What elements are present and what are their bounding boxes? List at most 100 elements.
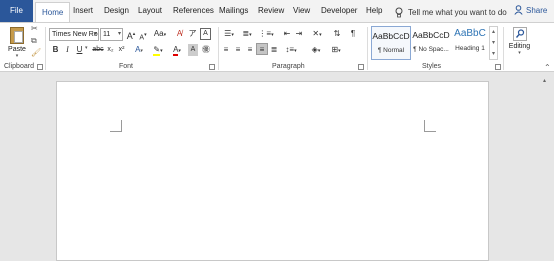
highlight-icon[interactable]: ✎▾ <box>150 44 166 56</box>
change-case-glyph: Aa <box>153 29 164 38</box>
phonetic-guide-icon[interactable]: ア <box>187 28 198 40</box>
crop-mark-top-right <box>424 120 436 132</box>
style-heading-1[interactable]: AaBbC Heading 1 <box>450 26 490 60</box>
chevron-up-icon[interactable]: ▴ <box>490 27 497 38</box>
align-right-icon[interactable]: ≡ <box>245 44 255 56</box>
lightbulb-icon <box>395 7 403 17</box>
text-effects-icon[interactable]: A▾ <box>132 44 146 56</box>
tab-view[interactable]: View <box>293 0 310 22</box>
numbering-icon[interactable]: ≣▾ <box>240 28 254 40</box>
group-separator <box>367 27 368 70</box>
person-icon <box>514 5 523 15</box>
paste-button[interactable]: Paste ▾ <box>7 26 27 62</box>
font-launcher-icon[interactable] <box>209 64 215 70</box>
copy-icon[interactable]: ⧉ <box>31 36 37 46</box>
style-sample: AaBbCcD <box>412 30 450 40</box>
shrink-font-button[interactable]: A▾ <box>138 29 148 41</box>
tab-insert[interactable]: Insert <box>73 0 93 22</box>
clipboard-launcher-icon[interactable] <box>37 64 43 70</box>
multilevel-list-icon[interactable]: ⋮≡▾ <box>258 28 274 40</box>
search-icon <box>512 27 527 41</box>
font-group-label: Font <box>119 63 134 70</box>
asian-layout-icon[interactable]: ✕▾ <box>310 28 324 40</box>
vertical-scrollbar[interactable]: ▴ <box>540 73 554 254</box>
format-painter-icon[interactable]: 🖌 <box>31 48 41 57</box>
subscript-button[interactable]: x₂ <box>106 44 115 56</box>
superscript-button[interactable]: x² <box>117 44 126 56</box>
align-center-icon[interactable]: ≡ <box>233 44 243 56</box>
style-no-spacing[interactable]: AaBbCcD ¶ No Spac... <box>411 26 451 60</box>
editing-label: Editing <box>508 43 531 50</box>
tab-home[interactable]: Home <box>35 2 71 23</box>
crop-mark-top-left <box>110 120 122 132</box>
chevron-down-icon: ▾ <box>518 50 521 56</box>
change-case-button[interactable]: Aa▾ <box>152 28 168 40</box>
document-page[interactable] <box>56 81 489 261</box>
tell-me-text: Tell me what you want to do <box>408 7 507 17</box>
line-spacing-icon[interactable]: ↕≡▾ <box>283 44 299 56</box>
justify-icon[interactable]: ≡ <box>256 43 268 55</box>
ribbon-home: Paste ▾ ✂ ⧉ 🖌 Clipboard Times New Ro ▾ 1… <box>0 22 554 72</box>
bold-button[interactable]: B <box>51 44 60 56</box>
more-icon[interactable]: ▾ <box>490 49 497 60</box>
enclose-characters-icon[interactable]: ㊝ <box>201 44 211 56</box>
paragraph-group-label: Paragraph <box>272 63 305 70</box>
group-separator <box>45 27 46 70</box>
font-family-value: Times New Ro <box>52 31 98 38</box>
tab-help[interactable]: Help <box>366 0 382 22</box>
chevron-down-icon: ▾ <box>117 31 121 37</box>
tab-developer[interactable]: Developer <box>321 0 357 22</box>
character-shading-icon[interactable]: A <box>188 44 198 56</box>
ribbon-tab-bar: File Home Insert Design Layout Reference… <box>0 0 554 23</box>
style-name: ¶ No Spac... <box>413 46 449 53</box>
chevron-down-icon[interactable]: ▾ <box>490 38 497 49</box>
styles-gallery-scroll[interactable]: ▴ ▾ ▾ <box>489 26 498 60</box>
style-sample: AaBbC <box>454 28 486 39</box>
font-color-icon[interactable]: A▾ <box>170 44 184 56</box>
character-border-icon[interactable]: A <box>200 28 211 40</box>
tab-file[interactable]: File <box>0 0 33 22</box>
tab-layout[interactable]: Layout <box>138 0 162 22</box>
paste-label: Paste <box>8 46 26 53</box>
style-name: ¶ Normal <box>377 47 405 54</box>
font-family-select[interactable]: Times New Ro ▾ <box>49 28 99 41</box>
editing-button[interactable]: Editing ▾ <box>507 26 532 64</box>
share-button[interactable]: Share <box>514 5 547 15</box>
cut-icon[interactable]: ✂ <box>31 24 38 33</box>
decrease-indent-icon[interactable]: ⇤ <box>282 28 292 40</box>
chevron-down-icon: ▾ <box>93 31 97 37</box>
strikethrough-button[interactable]: abc <box>91 44 105 56</box>
italic-button[interactable]: I <box>63 44 72 56</box>
collapse-ribbon-icon[interactable]: ⌃ <box>544 63 551 72</box>
tab-references[interactable]: References <box>173 0 214 22</box>
sort-icon[interactable]: ⇅ <box>332 28 342 40</box>
clipboard-group-label: Clipboard <box>4 63 34 70</box>
font-size-value: 11 <box>103 31 111 38</box>
tab-review[interactable]: Review <box>258 0 284 22</box>
style-name: Heading 1 <box>455 45 485 52</box>
tab-mailings[interactable]: Mailings <box>219 0 248 22</box>
styles-group-label: Styles <box>422 63 442 70</box>
borders-icon[interactable]: ⊞▾ <box>328 44 344 56</box>
styles-launcher-icon[interactable] <box>495 64 501 70</box>
font-size-select[interactable]: 11 ▾ <box>100 28 123 41</box>
shading-icon[interactable]: ◈▾ <box>308 44 324 56</box>
document-area: ▴ <box>0 73 554 261</box>
tab-design[interactable]: Design <box>104 0 129 22</box>
clear-formatting-icon[interactable]: A̸ <box>174 28 185 40</box>
group-separator <box>218 27 219 70</box>
underline-button[interactable]: U <box>75 44 84 56</box>
increase-indent-icon[interactable]: ⇥ <box>294 28 304 40</box>
distributed-icon[interactable]: ≣ <box>269 44 279 56</box>
tell-me-box[interactable]: Tell me what you want to do <box>395 6 507 18</box>
chevron-up-icon[interactable]: ▴ <box>543 77 546 84</box>
chevron-down-icon[interactable]: ▾ <box>85 45 88 51</box>
bullets-icon[interactable]: ☰▾ <box>222 28 236 40</box>
show-marks-icon[interactable]: ¶ <box>348 28 358 40</box>
grow-font-button[interactable]: A▴ <box>126 28 136 41</box>
style-normal[interactable]: AaBbCcD ¶ Normal <box>371 26 411 60</box>
paragraph-launcher-icon[interactable] <box>358 64 364 70</box>
align-left-icon[interactable]: ≡ <box>221 44 231 56</box>
paste-icon <box>10 27 24 44</box>
share-label: Share <box>526 5 548 15</box>
